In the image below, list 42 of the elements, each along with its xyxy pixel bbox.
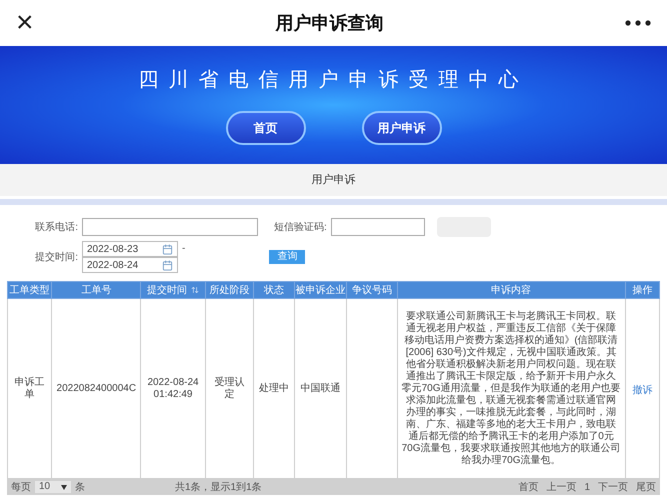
date-input[interactable]: 2022-08-23	[82, 241, 178, 257]
phone-input[interactable]	[82, 218, 258, 236]
column-header: 被申诉企业	[294, 282, 347, 298]
column-header: 状态	[254, 282, 294, 298]
calendar-icon[interactable]	[162, 260, 173, 270]
breadcrumb: 用户申诉	[312, 172, 356, 188]
column-header: 工单号	[52, 282, 141, 298]
column-header: 所处阶段	[205, 282, 254, 298]
per-page-select[interactable]: 10	[35, 481, 71, 493]
pager-link[interactable]: 上一页	[546, 480, 576, 494]
column-header: 操作	[625, 282, 660, 298]
date-input[interactable]: 2022-08-24	[82, 257, 178, 273]
nav-button[interactable]: 首页	[226, 111, 306, 145]
pager-link[interactable]: 尾页	[636, 480, 656, 494]
range-separator: -	[182, 242, 186, 256]
sort-icon[interactable]	[191, 286, 200, 294]
pager-label: 每页	[11, 480, 31, 494]
query-button[interactable]: 查询	[269, 250, 306, 264]
column-header[interactable]: 提交时间	[140, 282, 206, 298]
pager-link[interactable]: 1	[584, 480, 590, 494]
field-label: 提交时间:	[34, 250, 78, 264]
pager-summary: 共1条，显示1到1条	[175, 480, 262, 494]
column-header: 争议号码	[346, 282, 398, 298]
table-cell: 受理认定	[205, 298, 254, 478]
page-title: 用户申诉查询	[275, 12, 384, 34]
close-button[interactable]: ×	[16, 8, 34, 38]
more-menu-icon[interactable]	[625, 20, 651, 26]
nav-button[interactable]: 用户申诉	[362, 111, 442, 145]
calendar-icon[interactable]	[162, 244, 173, 254]
table-cell: 申诉工单	[8, 298, 52, 478]
code-input[interactable]	[330, 218, 425, 236]
field-label: 联系电话:	[34, 220, 78, 234]
pager-link[interactable]: 首页	[518, 480, 538, 494]
pager-link[interactable]: 下一页	[598, 480, 628, 494]
field-label: 短信验证码:	[274, 220, 327, 234]
dropdown-icon	[61, 484, 67, 490]
column-header: 申诉内容	[397, 282, 626, 298]
banner-title: 四川省电信用户申诉受理中心	[138, 68, 528, 93]
withdraw-link[interactable]: 撤诉	[632, 384, 652, 396]
pager-label: 条	[75, 480, 85, 494]
column-header: 工单类型	[8, 282, 52, 298]
table-cell: 处理中	[254, 298, 294, 478]
